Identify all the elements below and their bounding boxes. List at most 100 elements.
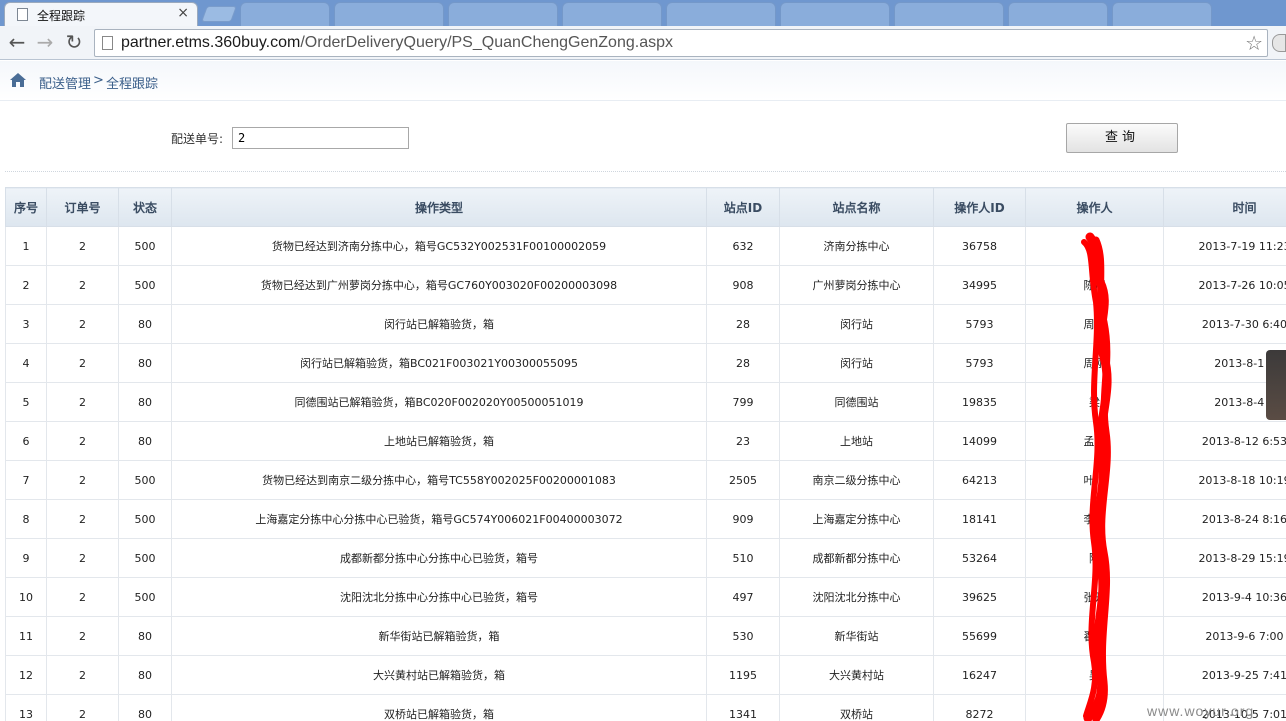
table-cell: 497: [706, 577, 780, 617]
table-cell: 周刚: [1025, 343, 1164, 383]
table-cell: 陈冠: [1025, 265, 1164, 305]
table-cell: 梁: [1025, 382, 1164, 422]
table-row: 6 2 80 上地站已解箱验货，箱 23 上地站 14099 孟宇 2013-8-12 6:53: [5, 421, 1286, 461]
table-cell: 55699: [933, 616, 1026, 656]
table-cell: 2: [46, 538, 119, 578]
table-cell: 新华街站: [779, 616, 934, 656]
table-cell: 1: [5, 226, 47, 266]
table-row: 12 2 80 大兴黄村站已解箱验货，箱 1195 大兴黄村站 16247 吴 2013-9-2…: [5, 655, 1286, 695]
table-cell: 36758: [933, 226, 1026, 266]
table-cell: 500: [118, 499, 172, 539]
query-button[interactable]: 查询: [1066, 123, 1178, 153]
table-cell: 成都新都分拣中心: [779, 538, 934, 578]
reload-icon[interactable]: ↻: [62, 31, 86, 55]
table-cell: 500: [118, 538, 172, 578]
table-row: 2 2 500 货物已经达到广州萝岗分拣中心，箱号GC760Y003020F00200…: [5, 265, 1286, 305]
table-cell: 80: [118, 382, 172, 422]
background-tab[interactable]: [1112, 2, 1212, 26]
delivery-number-input[interactable]: [232, 127, 409, 149]
table-cell: 2013-8-12 6:53: [1163, 421, 1286, 461]
table-cell: 2: [46, 382, 119, 422]
table-cell: 16247: [933, 655, 1026, 695]
table-cell: 4: [5, 343, 47, 383]
table-row: 5 2 80 同德围站已解箱验货，箱BC020F002020Y00500051019 7…: [5, 382, 1286, 422]
background-tab[interactable]: [666, 2, 776, 26]
table-cell: 2: [46, 304, 119, 344]
table-cell: 新华街站已解箱验货，箱: [171, 616, 707, 656]
table-cell: 6: [5, 421, 47, 461]
table-cell: 闵行站: [779, 304, 934, 344]
table-cell: 魏: [1025, 694, 1164, 721]
table-cell: 上地站已解箱验货，箱: [171, 421, 707, 461]
menu-button[interactable]: [1272, 34, 1286, 52]
table-cell: 2: [46, 694, 119, 721]
table-cell: 陈: [1025, 538, 1164, 578]
table-cell: 闵行站已解箱验货，箱: [171, 304, 707, 344]
table-cell: 上地站: [779, 421, 934, 461]
divider: [5, 171, 1286, 172]
table-cell: 500: [118, 460, 172, 500]
table-cell: 2: [46, 655, 119, 695]
forward-arrow-icon[interactable]: →: [33, 31, 57, 55]
table-cell: 23: [706, 421, 780, 461]
table-cell: 5: [5, 382, 47, 422]
breadcrumb-item-tracking[interactable]: 全程跟踪: [106, 73, 158, 92]
background-tab[interactable]: [448, 2, 558, 26]
table-cell: 沈阳沈北分拣中心: [779, 577, 934, 617]
breadcrumb-item-delivery[interactable]: 配送管理: [39, 73, 91, 92]
url-text: partner.etms.360buy.com/OrderDeliveryQue…: [121, 34, 673, 51]
new-tab-button[interactable]: [201, 6, 237, 22]
address-bar[interactable]: partner.etms.360buy.com/OrderDeliveryQue…: [94, 29, 1268, 57]
back-arrow-icon[interactable]: ←: [5, 31, 29, 55]
table-row: 13 2 80 双桥站已解箱验货，箱 1341 双桥站 8272 魏 2013-10-5 7:0…: [5, 694, 1286, 721]
watermark: www.woyur.org: [1147, 703, 1255, 719]
table-cell: 2: [46, 616, 119, 656]
table-cell: 翟飞: [1025, 616, 1164, 656]
table-cell: 2013-8-29 15:19: [1163, 538, 1286, 578]
active-tab[interactable]: 全程跟踪 ×: [4, 2, 198, 26]
table-cell: 2: [46, 265, 119, 305]
table-row: 1 2 500 货物已经达到济南分拣中心，箱号GC532Y002531F0010000…: [5, 226, 1286, 266]
table-cell: 2013-8-18 10:19: [1163, 460, 1286, 500]
table-cell: 10: [5, 577, 47, 617]
table-cell: 28: [706, 343, 780, 383]
table-cell: 19835: [933, 382, 1026, 422]
table-cell: 80: [118, 694, 172, 721]
background-tab[interactable]: [562, 2, 662, 26]
table-cell: 3: [5, 304, 47, 344]
table-cell: 8272: [933, 694, 1026, 721]
table-cell: 13: [5, 694, 47, 721]
background-tab[interactable]: [334, 2, 444, 26]
table-cell: 周刚: [1025, 304, 1164, 344]
background-tab[interactable]: [780, 2, 890, 26]
table-cell: 上海嘉定分拣中心: [779, 499, 934, 539]
table-cell: 5793: [933, 304, 1026, 344]
table-row: 10 2 500 沈阳沈北分拣中心分拣中心已验货，箱号 497 沈阳沈北分拣中心 39625…: [5, 577, 1286, 617]
table-cell: 80: [118, 616, 172, 656]
page-icon: [102, 36, 113, 50]
table-header-row: 序号 订单号 状态 操作类型 站点ID 站点名称 操作人ID 操作人 时间: [5, 187, 1286, 227]
bookmark-star-icon[interactable]: ☆: [1245, 31, 1263, 55]
column-header: 操作人: [1025, 187, 1164, 227]
table-cell: 1341: [706, 694, 780, 721]
home-icon[interactable]: [9, 72, 27, 88]
table-cell: 上海嘉定分拣中心分拣中心已验货，箱号GC574Y006021F004000030…: [171, 499, 707, 539]
table-row: 8 2 500 上海嘉定分拣中心分拣中心已验货，箱号GC574Y006021F0040…: [5, 499, 1286, 539]
table-cell: 80: [118, 304, 172, 344]
table-cell: 2: [46, 226, 119, 266]
table-cell: 14099: [933, 421, 1026, 461]
table-cell: 叶涓: [1025, 460, 1164, 500]
table-cell: 5793: [933, 343, 1026, 383]
breadcrumb: 配送管理 > 全程跟踪: [0, 61, 1286, 101]
floating-thumbnail[interactable]: [1266, 350, 1286, 420]
background-tab[interactable]: [1008, 2, 1108, 26]
close-tab-icon[interactable]: ×: [177, 5, 189, 21]
browser-toolbar: ← → ↻ partner.etms.360buy.com/OrderDeliv…: [0, 26, 1286, 60]
active-tab-title: 全程跟踪: [37, 9, 86, 23]
table-cell: 64213: [933, 460, 1026, 500]
page-icon: [17, 8, 28, 21]
table-cell: 500: [118, 265, 172, 305]
background-tab[interactable]: [240, 2, 330, 26]
table-cell: 9: [5, 538, 47, 578]
background-tab[interactable]: [894, 2, 1004, 26]
